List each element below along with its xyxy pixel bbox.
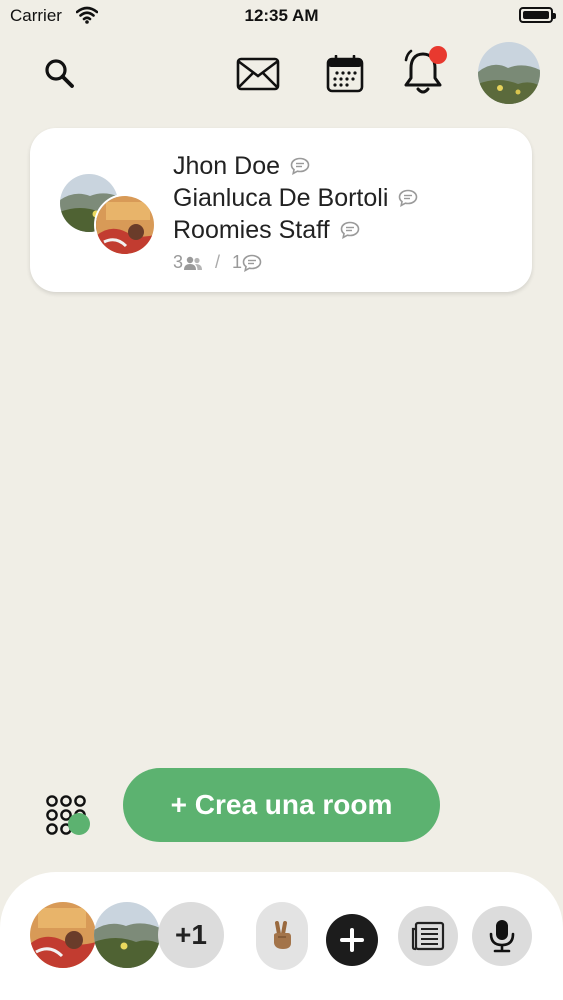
participant-avatar[interactable] <box>30 902 96 968</box>
room-stats: 3 / 1 <box>173 252 262 273</box>
chat-bubble-icon <box>340 221 360 239</box>
create-room-button[interactable]: + Crea una room <box>123 768 440 842</box>
member-row: Jhon Doe <box>173 150 418 182</box>
member-name: Gianluca De Bortoli <box>173 183 389 212</box>
status-time: 12:35 AM <box>244 6 319 25</box>
messages-count: 1 <box>232 252 243 272</box>
online-status-dot <box>68 813 90 835</box>
stats-separator: / <box>215 252 221 272</box>
chat-bubble-icon <box>242 254 262 272</box>
room-avatars <box>58 172 162 262</box>
member-row: Gianluca De Bortoli <box>173 182 418 214</box>
calendar-icon <box>326 55 364 93</box>
microphone-icon <box>488 918 516 954</box>
participant-avatar[interactable] <box>94 902 160 968</box>
calendar-button[interactable] <box>322 50 368 98</box>
plus-icon <box>339 927 365 953</box>
notes-icon <box>411 921 445 951</box>
search-button[interactable] <box>36 50 84 98</box>
more-participants-badge[interactable]: +1 <box>158 902 224 968</box>
add-button[interactable] <box>326 914 378 966</box>
chat-bubble-icon <box>290 157 310 175</box>
member-name: Roomies Staff <box>173 215 330 244</box>
profile-avatar[interactable] <box>478 42 540 104</box>
people-icon <box>183 255 203 271</box>
status-bar: Carrier 12:35 AM <box>0 0 563 32</box>
room-members: Jhon Doe Gianluca De Bortoli Roomies Sta… <box>173 150 418 246</box>
search-icon <box>43 57 77 91</box>
notes-button[interactable] <box>398 906 458 966</box>
mail-icon <box>236 57 280 91</box>
chat-bubble-icon <box>398 189 418 207</box>
member-row: Roomies Staff <box>173 214 418 246</box>
notifications-button[interactable] <box>398 46 448 98</box>
raised-hand-icon <box>269 921 295 951</box>
raise-hand-button[interactable] <box>256 902 308 970</box>
participants-count: 3 <box>173 252 184 272</box>
notification-dot <box>429 46 447 64</box>
battery-icon <box>519 7 556 23</box>
microphone-button[interactable] <box>472 906 532 966</box>
room-card[interactable]: Jhon Doe Gianluca De Bortoli Roomies Sta… <box>30 128 532 292</box>
member-name: Jhon Doe <box>173 151 281 180</box>
member-avatar <box>94 194 156 256</box>
messages-button[interactable] <box>232 50 284 98</box>
